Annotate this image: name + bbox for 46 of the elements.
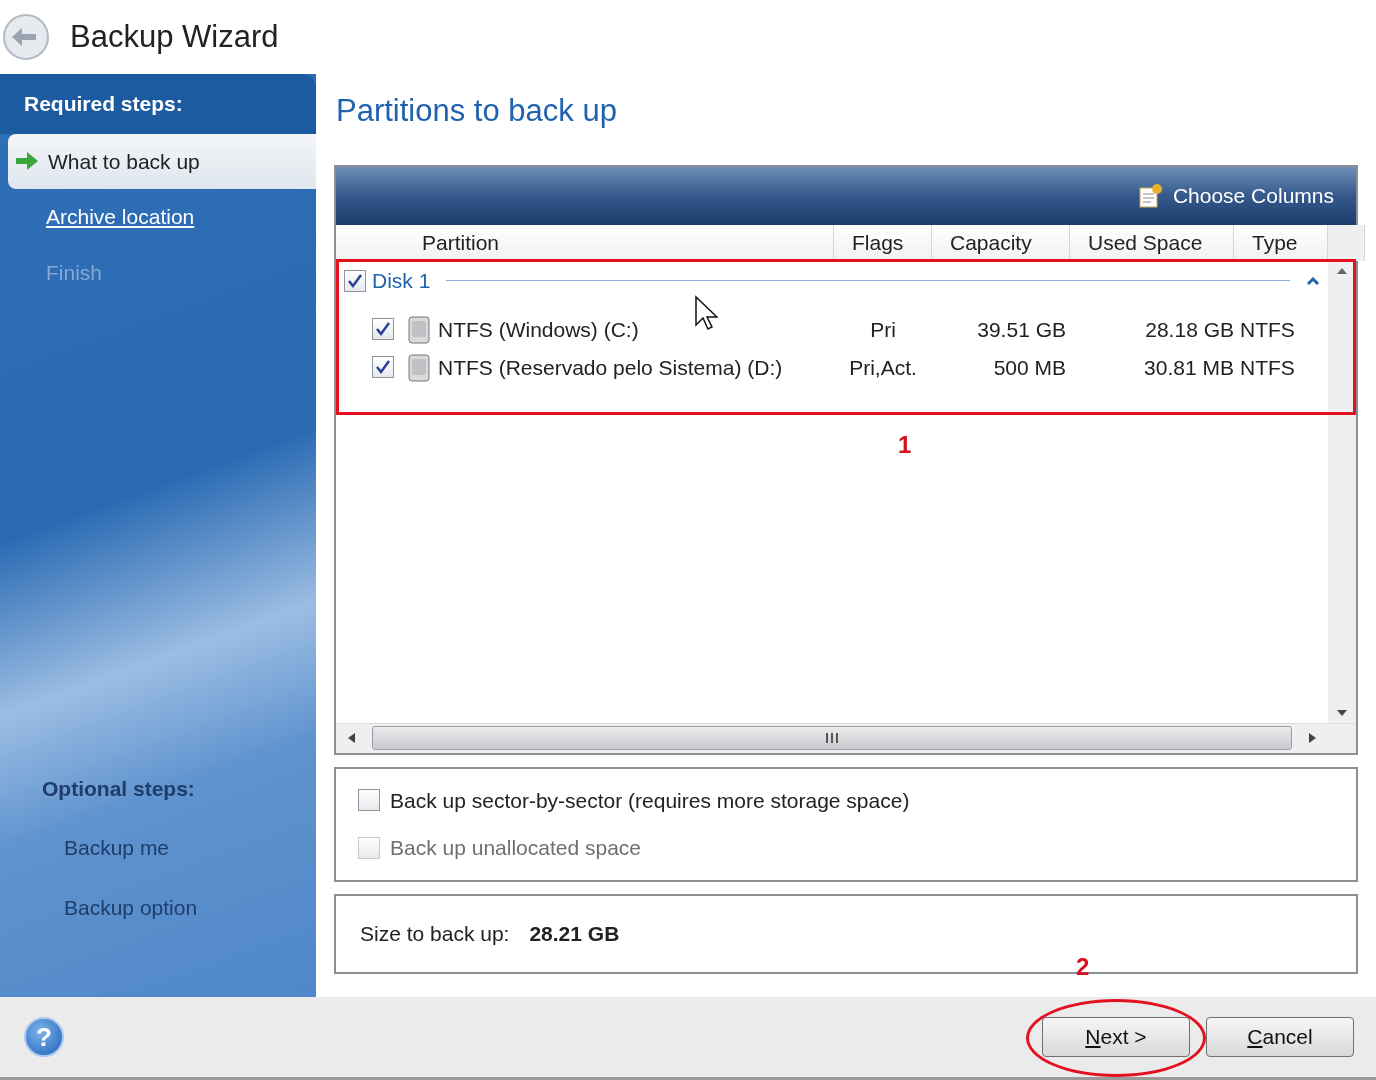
wizard-step[interactable]: Archive location: [0, 189, 316, 245]
page-title: Partitions to back up: [336, 92, 618, 130]
vertical-scrollbar[interactable]: [1328, 260, 1356, 723]
scroll-up-icon[interactable]: [1336, 266, 1348, 275]
group-label: Disk 1: [372, 267, 431, 294]
next-button[interactable]: Next >: [1042, 1017, 1190, 1057]
grip-icon: [825, 732, 839, 744]
table-cell-text: Pri,Act.: [848, 354, 918, 381]
table-cell-text: NTFS: [1239, 316, 1296, 343]
cancel-button[interactable]: Cancel: [1206, 1017, 1354, 1057]
annotation-number: 1: [898, 429, 912, 460]
section-heading: Optional steps:: [41, 775, 196, 802]
checkbox[interactable]: [344, 269, 366, 292]
collapse-icon[interactable]: [1306, 275, 1320, 286]
size-value: 28.21 GB: [529, 920, 620, 947]
annotation-number: 2: [1076, 952, 1090, 982]
checkbox[interactable]: [372, 317, 394, 340]
mouse-cursor-icon: [694, 294, 718, 331]
window-title: Backup Wizard: [70, 17, 279, 56]
column-header[interactable]: Type: [1234, 224, 1328, 261]
wizard-step: Finish: [0, 244, 316, 300]
option-label: Back up sector-by-sector (requires more storage space): [390, 787, 910, 814]
column-header[interactable]: Used Space: [1070, 224, 1234, 261]
size-label: Size to back up:: [360, 920, 510, 947]
wizard-step: Backup me: [0, 818, 316, 878]
checkbox[interactable]: [372, 355, 394, 378]
table-cell-text: 30.81 MB: [1143, 354, 1234, 381]
checkbox[interactable]: [358, 789, 380, 812]
wizard-step: Backup option: [0, 877, 316, 937]
choose-columns-button[interactable]: Choose Columns: [1136, 179, 1334, 212]
section-heading: Required steps:: [0, 74, 316, 134]
scrollbar-corner: [1328, 224, 1365, 261]
scroll-down-icon[interactable]: [1336, 708, 1348, 717]
table-cell-text: 39.51 GB: [976, 316, 1067, 343]
column-header[interactable]: Flags: [834, 224, 932, 261]
table-cell-text: NTFS: [1239, 354, 1296, 381]
table-cell-text: 28.18 GB: [1144, 316, 1234, 343]
table-cell-text: NTFS (Reservado pelo Sistema) (D:): [438, 354, 783, 381]
wizard-step[interactable]: What to back up: [8, 133, 316, 189]
table-cell-text: 500 MB: [992, 354, 1067, 381]
column-header[interactable]: Capacity: [932, 224, 1070, 261]
table-cell-text: NTFS (Windows) (C:): [438, 316, 639, 343]
table-cell-text: Pri: [869, 316, 897, 343]
option-label: Back up unallocated space: [390, 835, 641, 861]
notepad-icon: [1136, 182, 1163, 209]
arrow-icon: [14, 150, 40, 173]
